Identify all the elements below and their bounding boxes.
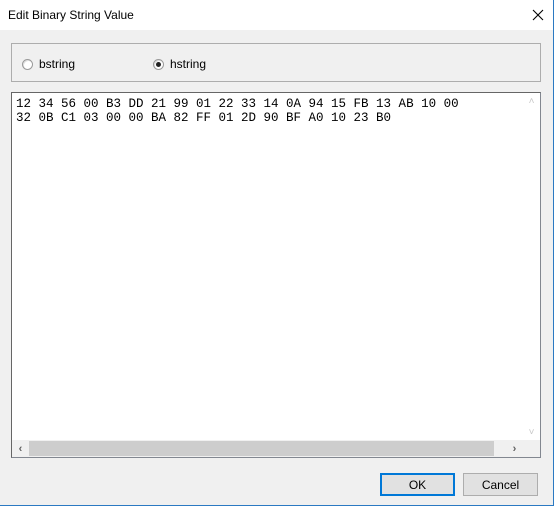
scroll-down-button[interactable]: ˅ bbox=[523, 424, 540, 441]
edit-binary-string-dialog: Edit Binary String Value bstring hstring… bbox=[0, 0, 554, 506]
scrollbar-corner bbox=[523, 440, 540, 457]
chevron-left-icon: ‹ bbox=[18, 442, 23, 455]
radio-hstring-circle[interactable] bbox=[153, 58, 164, 70]
dialog-title: Edit Binary String Value bbox=[8, 8, 134, 22]
radio-hstring-label[interactable]: hstring bbox=[170, 57, 206, 71]
chevron-up-icon: ˄ bbox=[528, 96, 535, 107]
scroll-right-button[interactable]: › bbox=[506, 440, 523, 457]
close-icon bbox=[532, 9, 544, 21]
cancel-button[interactable]: Cancel bbox=[463, 473, 538, 496]
title-bar: Edit Binary String Value bbox=[0, 0, 553, 30]
value-line: 32 0B C1 03 00 00 BA 82 FF 01 2D 90 BF A… bbox=[16, 111, 392, 125]
horizontal-scroll-thumb[interactable] bbox=[29, 441, 494, 456]
ok-button[interactable]: OK bbox=[380, 473, 455, 496]
chevron-right-icon: › bbox=[512, 442, 517, 455]
radio-bstring-circle[interactable] bbox=[22, 58, 33, 70]
scroll-up-button[interactable]: ˄ bbox=[523, 93, 540, 110]
scroll-left-button[interactable]: ‹ bbox=[12, 440, 29, 457]
vertical-scrollbar[interactable]: ˄ ˅ bbox=[523, 93, 540, 441]
radio-bstring[interactable]: bstring bbox=[22, 56, 75, 72]
value-text[interactable]: 12 34 56 00 B3 DD 21 99 01 22 33 14 0A 9… bbox=[16, 97, 520, 441]
close-button[interactable] bbox=[524, 2, 552, 28]
value-line: 12 34 56 00 B3 DD 21 99 01 22 33 14 0A 9… bbox=[16, 97, 459, 111]
horizontal-scrollbar[interactable]: ‹ › bbox=[12, 440, 523, 457]
value-editor[interactable]: 12 34 56 00 B3 DD 21 99 01 22 33 14 0A 9… bbox=[11, 92, 541, 458]
radio-bstring-label[interactable]: bstring bbox=[39, 57, 75, 71]
format-groupbox: bstring hstring bbox=[11, 43, 541, 82]
chevron-down-icon: ˅ bbox=[528, 427, 535, 438]
radio-hstring[interactable]: hstring bbox=[153, 56, 206, 72]
